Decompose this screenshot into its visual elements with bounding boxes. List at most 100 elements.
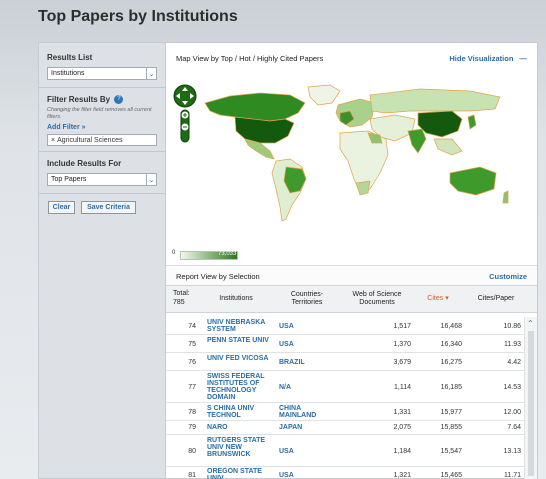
table-row[interactable]: 77 SWISS FEDERAL INSTITUTES OF TECHNOLOG…	[166, 371, 524, 403]
institution-link[interactable]: RUTGERS STATE UNIV NEW BRUNSWICK	[207, 437, 277, 458]
sort-desc-icon: ▾	[445, 295, 449, 302]
table-row[interactable]: 78 S CHINA UNIV TECHNOL CHINA MAINLAND 1…	[166, 403, 524, 421]
total-label: Total:	[173, 290, 190, 297]
wos-cell: 2,075	[393, 424, 411, 431]
filter-heading: Filter Results By	[47, 95, 111, 104]
include-results-select[interactable]: Top Papers ⌄	[47, 173, 157, 186]
country-link[interactable]: JAPAN	[279, 424, 334, 431]
report-header: Report View by Selection Customize	[166, 265, 537, 285]
institution-link[interactable]: OREGON STATE UNIV	[207, 468, 277, 479]
rank-cell: 78	[188, 409, 196, 416]
institution-link[interactable]: NARO	[207, 424, 277, 431]
table-scrollbar[interactable]: ⌃	[524, 317, 537, 479]
institution-link[interactable]: S CHINA UNIV TECHNOL	[207, 405, 277, 419]
cites-per-paper-cell: 11.71	[504, 472, 521, 479]
results-list-select[interactable]: Institutions ⌄	[47, 67, 157, 80]
include-results-value: Top Papers	[51, 176, 87, 183]
wos-cell: 1,114	[394, 384, 411, 391]
map-region-canada	[204, 92, 306, 122]
map-region-india	[407, 128, 427, 154]
cites-label: Cites	[427, 295, 444, 302]
rank-cell: 77	[188, 384, 196, 391]
add-filter-link[interactable]: Add Filter »	[47, 124, 157, 131]
column-header-cites[interactable]: Cites ▾	[418, 295, 458, 303]
rank-cell: 80	[188, 448, 196, 455]
cites-per-paper-cell: 14.53	[503, 384, 521, 391]
include-results-label: Include Results For	[47, 159, 122, 168]
hide-visualization-button[interactable]: Hide Visualization —	[449, 54, 527, 63]
rank-cell: 79	[188, 424, 196, 431]
hide-visualization-label: Hide Visualization	[449, 54, 514, 63]
cites-cell: 15,855	[440, 424, 462, 431]
wos-cell: 1,321	[393, 472, 411, 479]
map-region-south-africa	[355, 180, 371, 196]
active-filter-box: × Agricultural Sciences	[47, 134, 157, 147]
cites-cell: 15,465	[440, 472, 462, 479]
info-icon[interactable]: ?	[114, 95, 124, 105]
country-link[interactable]: USA	[279, 448, 334, 455]
country-link[interactable]: USA	[279, 341, 334, 348]
cites-per-paper-cell: 4.42	[507, 359, 521, 366]
cites-cell: 16,185	[440, 384, 462, 391]
wos-cell: 1,184	[393, 448, 411, 455]
map-region-japan	[467, 114, 477, 130]
table-row[interactable]: 74 UNIV NEBRASKA SYSTEM USA 1,517 16,468…	[166, 317, 524, 335]
scroll-up-icon[interactable]: ⌃	[527, 319, 534, 328]
rank-cell: 76	[188, 359, 196, 366]
scroll-thumb[interactable]	[528, 331, 534, 476]
country-link[interactable]: BRAZIL	[279, 359, 334, 366]
left-panel: Results List Institutions ⌄ Filter Resul…	[38, 42, 165, 479]
wos-cell: 1,331	[393, 409, 411, 416]
table-row[interactable]: 76 UNIV FED VICOSA BRAZIL 3,679 16,275 4…	[166, 353, 524, 371]
column-header-wos[interactable]: Web of Science Documents	[344, 291, 410, 307]
column-header-countries[interactable]: Countries-Territories	[282, 291, 332, 307]
institution-link[interactable]: UNIV FED VICOSA	[207, 355, 277, 362]
map-region-se-asia	[433, 138, 463, 156]
map-region-greenland	[307, 84, 341, 106]
institution-link[interactable]: UNIV NEBRASKA SYSTEM	[207, 319, 277, 333]
remove-filter-icon[interactable]: ×	[51, 137, 55, 144]
table-row[interactable]: 80 RUTGERS STATE UNIV NEW BRUNSWICK USA …	[166, 435, 524, 467]
active-filter-label: Agricultural Sciences	[57, 136, 123, 144]
cites-cell: 15,977	[440, 409, 462, 416]
table-row[interactable]: 81 OREGON STATE UNIV USA 1,321 15,465 11…	[166, 467, 524, 479]
cites-cell: 16,275	[440, 359, 462, 366]
cites-per-paper-cell: 10.86	[503, 323, 521, 330]
save-criteria-button[interactable]: Save Criteria	[81, 201, 136, 214]
results-list-label: Results List	[47, 53, 93, 62]
collapse-icon: —	[519, 54, 528, 63]
legend-max-value: 73,033	[218, 251, 237, 257]
wos-cell: 3,679	[393, 359, 411, 366]
table-row[interactable]: 79 NARO JAPAN 2,075 15,855 7.64	[166, 421, 524, 435]
map-title: Map View by Top / Hot / Highly Cited Pap…	[176, 54, 324, 63]
total-value: 785	[173, 299, 185, 306]
table-row[interactable]: 75 PENN STATE UNIV USA 1,370 16,340 11.9…	[166, 335, 524, 353]
wos-cell: 1,517	[393, 323, 411, 330]
clear-button[interactable]: Clear	[48, 201, 75, 214]
map-region-russia	[369, 88, 501, 114]
page-title: Top Papers by Institutions	[38, 8, 238, 25]
world-map[interactable]	[190, 81, 520, 241]
country-link[interactable]: N/A	[279, 384, 334, 391]
customize-link[interactable]: Customize	[489, 272, 527, 281]
report-title: Report View by Selection	[176, 272, 260, 281]
table-header: Total: 785 Institutions Countries-Territ…	[166, 285, 537, 313]
filter-note: Changing the filter field removes all cu…	[47, 107, 152, 121]
legend-min-value: 0	[172, 250, 176, 256]
results-list-value: Institutions	[51, 70, 85, 77]
map-region-australia	[449, 166, 497, 196]
rank-cell: 75	[188, 341, 196, 348]
institution-link[interactable]: SWISS FEDERAL INSTITUTES OF TECHNOLOGY D…	[207, 373, 277, 401]
map-region-usa	[234, 116, 295, 144]
column-header-institutions[interactable]: Institutions	[206, 295, 266, 303]
rank-cell: 74	[188, 323, 196, 330]
country-link[interactable]: USA	[279, 323, 334, 330]
map-region-new-zealand	[502, 190, 509, 204]
cites-cell: 16,340	[440, 341, 462, 348]
country-link[interactable]: CHINA MAINLAND	[279, 405, 334, 419]
cites-per-paper-cell: 13.13	[503, 448, 521, 455]
institution-link[interactable]: PENN STATE UNIV	[207, 337, 277, 344]
column-header-cites-per-paper[interactable]: Cites/Paper	[468, 295, 524, 303]
country-link[interactable]: USA	[279, 472, 334, 479]
rank-cell: 81	[188, 472, 196, 479]
